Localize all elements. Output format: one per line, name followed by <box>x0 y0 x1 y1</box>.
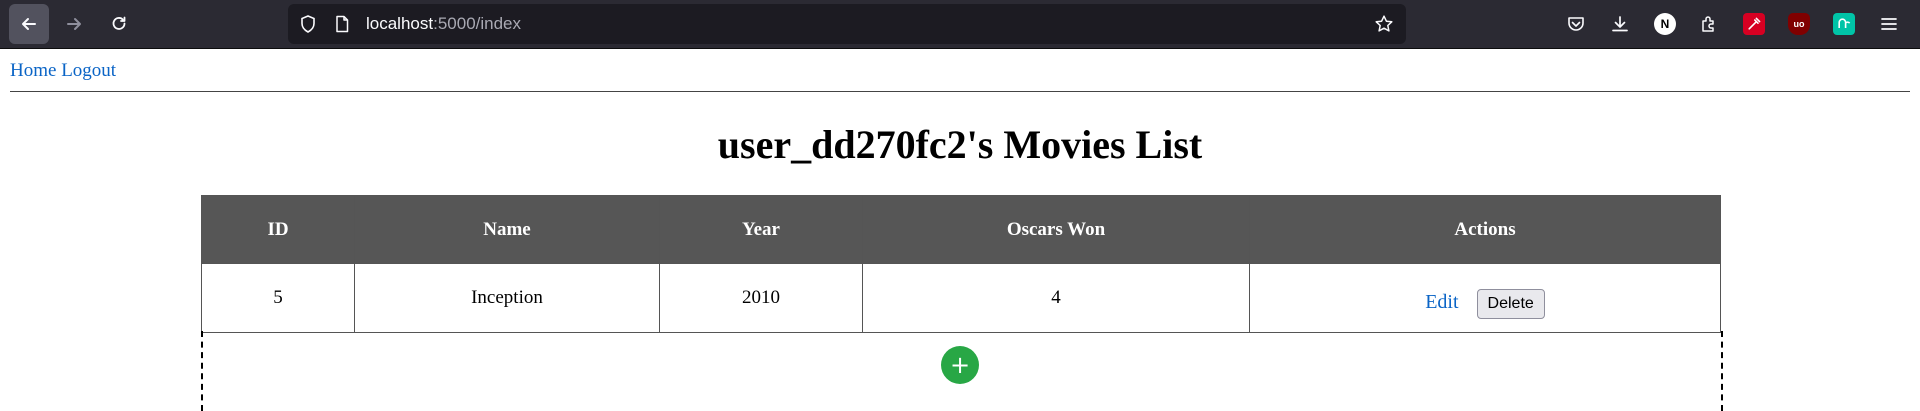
back-arrow-icon <box>22 18 36 30</box>
plus-icon: + <box>949 351 971 379</box>
pocket-icon[interactable] <box>1565 13 1587 35</box>
cell-id: 5 <box>201 263 355 333</box>
bookmark-star-icon[interactable] <box>1374 14 1394 34</box>
delete-button[interactable]: Delete <box>1476 289 1545 319</box>
url-text[interactable]: localhost:5000/index <box>366 14 521 34</box>
url-host: localhost <box>366 14 434 33</box>
address-bar[interactable]: localhost:5000/index <box>288 4 1406 44</box>
eyedropper-icon[interactable] <box>1743 13 1765 35</box>
download-icon[interactable] <box>1609 13 1631 35</box>
cell-name: Inception <box>354 263 660 333</box>
logout-link[interactable]: Logout <box>61 60 116 81</box>
header-actions: Actions <box>1249 195 1721 264</box>
cell-year: 2010 <box>659 263 863 333</box>
shield-icon[interactable] <box>298 14 318 34</box>
notion-icon[interactable]: N <box>1654 13 1676 35</box>
page-title: user_dd270fc2's Movies List <box>717 122 1203 167</box>
reload-button[interactable] <box>99 4 139 44</box>
table-row: 5 Inception 2010 4 Edit Delete <box>201 263 1721 333</box>
cell-actions: Edit Delete <box>1249 263 1721 333</box>
movies-table: ID Name Year Oscars Won Actions 5 Incept… <box>201 195 1721 333</box>
table-header-row: ID Name Year Oscars Won Actions <box>201 195 1721 264</box>
add-movie-button[interactable]: + <box>941 346 979 384</box>
url-path: :5000/index <box>433 14 522 33</box>
header-id: ID <box>201 195 355 264</box>
menu-icon[interactable] <box>1878 13 1900 35</box>
header-year: Year <box>659 195 863 264</box>
cell-oscars: 4 <box>862 263 1250 333</box>
nav-divider <box>10 91 1910 92</box>
top-nav: Home Logout <box>10 60 116 82</box>
extensions-icon[interactable] <box>1698 13 1720 35</box>
back-button[interactable] <box>9 4 49 44</box>
home-link[interactable]: Home <box>10 60 56 81</box>
reload-icon <box>112 16 126 30</box>
header-name: Name <box>354 195 660 264</box>
header-oscars: Oscars Won <box>862 195 1250 264</box>
green-extension-icon[interactable] <box>1833 13 1855 35</box>
browser-toolbar: localhost:5000/index N uo <box>0 0 1920 49</box>
forward-arrow-icon <box>67 18 81 30</box>
page-icon[interactable] <box>332 14 352 34</box>
forward-button[interactable] <box>54 4 94 44</box>
ublock-icon[interactable]: uo <box>1788 13 1810 35</box>
edit-link[interactable]: Edit <box>1425 291 1458 313</box>
